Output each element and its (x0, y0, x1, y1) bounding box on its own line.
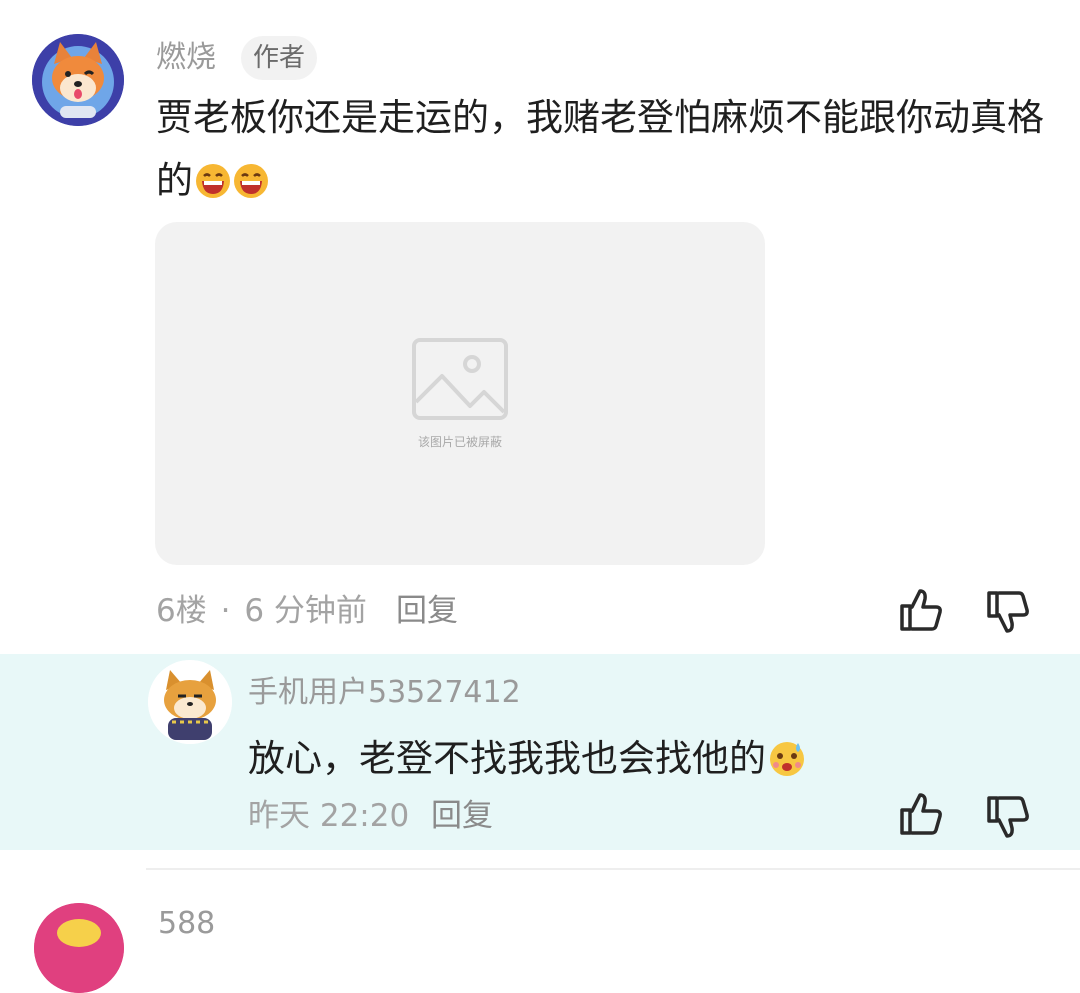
thumbs-up-icon[interactable] (897, 790, 945, 838)
sweating-emoji-icon (768, 733, 806, 796)
reply-text: 放心，老登不找我我也会找他的 (248, 727, 806, 796)
thumbs-down-icon[interactable] (984, 588, 1032, 636)
comment-divider (146, 868, 1080, 870)
reply-time: 昨天 22:20 (248, 798, 410, 834)
laughing-emoji-icon (195, 155, 231, 218)
comment-text-content: 贾老板你还是走运的，我赌老登怕麻烦不能跟你动真格的 (156, 96, 1044, 202)
laughing-emoji-icon (233, 155, 269, 218)
comment-meta: 6楼 · 6 分钟前 (156, 591, 367, 631)
reply-text-content: 放心，老登不找我我也会找他的 (248, 737, 766, 780)
author-username[interactable]: 燃烧 (156, 38, 216, 78)
image-placeholder-icon (412, 338, 508, 420)
thumbs-up-icon[interactable] (897, 586, 945, 634)
reply-button[interactable]: 回复 (396, 591, 458, 631)
reply-reply-button[interactable]: 回复 (431, 796, 493, 836)
reply-user-avatar[interactable] (148, 660, 232, 744)
user-avatar-icon (34, 903, 124, 993)
next-user-avatar[interactable] (34, 903, 124, 993)
blocked-image-label: 该图片已被屏蔽 (417, 435, 502, 449)
floor-number: 6楼 (156, 593, 207, 629)
blocked-image[interactable]: 该图片已被屏蔽 (155, 222, 765, 565)
next-username[interactable]: 588 (158, 904, 215, 944)
comment-text: 贾老板你还是走运的，我赌老登怕麻烦不能跟你动真格的 (156, 86, 1046, 218)
meta-separator: · (220, 593, 231, 629)
comment-time: 6 分钟前 (244, 593, 367, 629)
author-badge: 作者 (241, 36, 318, 80)
thumbs-down-icon[interactable] (984, 793, 1032, 841)
author-avatar[interactable] (32, 34, 124, 126)
corgi-avatar-icon (148, 660, 232, 744)
reply-username[interactable]: 手机用户53527412 (248, 673, 521, 713)
shiba-avatar-icon (32, 34, 124, 126)
